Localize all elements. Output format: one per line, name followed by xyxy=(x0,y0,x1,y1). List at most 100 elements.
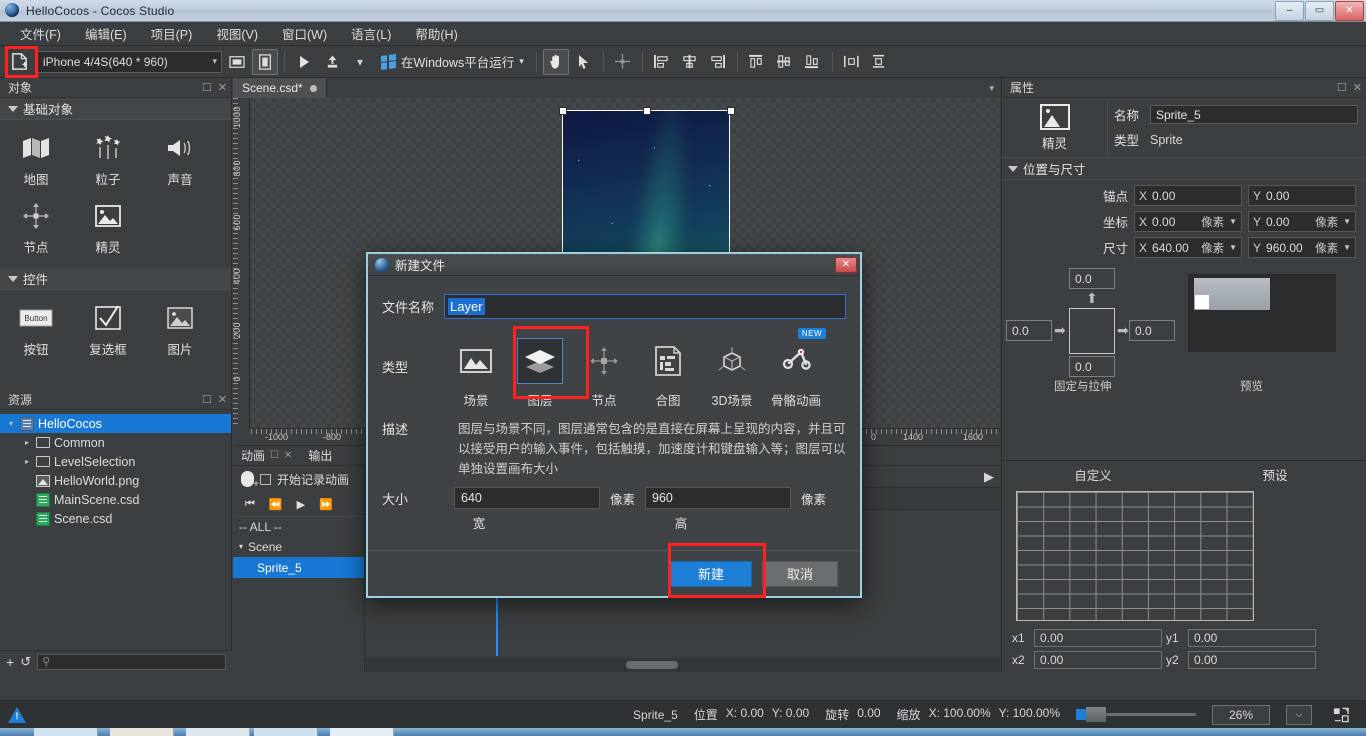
float-icon[interactable]: ☐ xyxy=(270,450,279,461)
fast-forward-button[interactable]: ⏩ xyxy=(319,498,333,511)
zoom-value-input[interactable]: 26% xyxy=(1212,704,1270,725)
zoom-slider[interactable] xyxy=(1076,707,1196,722)
menu-language[interactable]: 语言(L) xyxy=(339,21,403,46)
dialog-confirm-button[interactable]: 新建 xyxy=(670,560,752,587)
size-y-input[interactable]: Y 960.00 像素 ▼ xyxy=(1248,237,1356,258)
animation-filter-all[interactable]: -- ALL -- xyxy=(233,516,364,536)
chevron-right-icon[interactable]: ▸ xyxy=(22,457,32,466)
curve-y2-input[interactable]: 0.00 xyxy=(1188,651,1316,669)
taskbar-item-3[interactable] xyxy=(186,728,250,736)
type-option-atlas[interactable]: 合图 xyxy=(636,334,700,409)
zoom-slider-knob[interactable] xyxy=(1076,709,1086,720)
resource-item-common[interactable]: ▸ Common xyxy=(0,433,231,452)
resource-item-helloworld-png[interactable]: HelloWorld.png xyxy=(0,471,231,490)
close-icon[interactable]: ✕ xyxy=(284,450,292,461)
resource-item-scene-csd[interactable]: Scene.csd xyxy=(0,509,231,528)
tab-custom-curve[interactable]: 自定义 xyxy=(1002,465,1184,484)
menu-help[interactable]: 帮助(H) xyxy=(403,21,469,46)
dialog-cancel-button[interactable]: 取消 xyxy=(762,560,838,587)
resource-item-hellococos[interactable]: ▾ HelloCocos xyxy=(0,414,231,433)
object-item-image[interactable]: 图片 xyxy=(144,298,216,366)
timeline-expand-button[interactable]: ▶ xyxy=(984,469,994,485)
menu-window[interactable]: 窗口(W) xyxy=(270,21,339,46)
taskbar-item-1[interactable] xyxy=(34,728,98,736)
float-icon[interactable]: ☐ xyxy=(202,393,212,406)
close-icon[interactable]: ✕ xyxy=(218,81,227,94)
tab-animation[interactable]: 动画 ☐ ✕ xyxy=(233,446,300,466)
properties-name-input[interactable]: Sprite_5 xyxy=(1150,105,1358,124)
align-center-h-button[interactable] xyxy=(677,49,703,75)
object-item-button[interactable]: Button 按钮 xyxy=(0,298,72,366)
resize-handle-tc[interactable] xyxy=(643,107,651,115)
anchor-point-x-input[interactable]: X 0.00 xyxy=(1134,185,1242,206)
menu-project[interactable]: 项目(P) xyxy=(139,21,205,46)
record-animation-checkbox[interactable] xyxy=(260,473,271,485)
resize-handle-tl[interactable] xyxy=(559,107,567,115)
type-option-layer[interactable]: 图层 xyxy=(508,334,572,409)
timeline-scrollbar[interactable] xyxy=(366,658,1000,672)
margin-right-input[interactable]: 0.0 xyxy=(1129,320,1175,341)
timeline-scroll-thumb[interactable] xyxy=(626,661,678,669)
curve-x1-input[interactable]: 0.00 xyxy=(1034,629,1162,647)
dialog-width-input[interactable]: 640 xyxy=(454,487,600,509)
menu-edit[interactable]: 编辑(E) xyxy=(73,21,139,46)
curve-y1-input[interactable]: 0.00 xyxy=(1188,629,1316,647)
add-resource-button[interactable]: + xyxy=(6,654,14,670)
portrait-orientation-button[interactable] xyxy=(252,48,278,75)
resource-search-input[interactable]: ⚲ xyxy=(37,653,226,670)
maximize-button[interactable]: ▭ xyxy=(1305,0,1334,21)
type-option-scene3d[interactable]: 3D场景 xyxy=(700,334,764,409)
distribute-vertical-button[interactable] xyxy=(867,49,893,75)
minimize-button[interactable]: – xyxy=(1275,0,1304,21)
skip-to-start-button[interactable]: ⏮ xyxy=(245,498,255,511)
anchor-point-y-input[interactable]: Y 0.00 xyxy=(1248,185,1356,206)
dialog-filename-input[interactable]: Layer xyxy=(444,294,846,319)
play-button[interactable]: ▶ xyxy=(297,498,305,511)
type-option-scene[interactable]: 场景 xyxy=(444,334,508,409)
chevron-down-icon[interactable]: ▾ xyxy=(239,542,243,551)
resource-item-mainscene-csd[interactable]: MainScene.csd xyxy=(0,490,231,509)
tab-scene-csd[interactable]: Scene.csd* xyxy=(233,78,327,98)
timeline-row-scene[interactable]: ▾ Scene xyxy=(233,536,364,557)
select-tool-button[interactable] xyxy=(571,49,597,75)
chevron-right-icon[interactable]: ▸ xyxy=(22,438,32,447)
landscape-orientation-button[interactable] xyxy=(224,49,250,75)
info-icon[interactable] xyxy=(8,706,26,723)
timeline-row-sprite5[interactable]: Sprite_5 xyxy=(233,557,364,578)
close-icon[interactable]: ✕ xyxy=(218,393,227,406)
margin-top-input[interactable]: 0.0 xyxy=(1069,268,1115,289)
device-preset-select[interactable]: iPhone 4/4S(640 * 960) ▾ xyxy=(36,50,222,73)
object-item-particle[interactable]: 粒子 xyxy=(72,128,144,196)
object-item-map[interactable]: 地图 xyxy=(0,128,72,196)
distribute-horizontal-button[interactable] xyxy=(839,49,865,75)
object-item-sprite[interactable]: 精灵 xyxy=(72,196,144,264)
taskbar-item-2[interactable] xyxy=(110,728,174,736)
align-top-button[interactable] xyxy=(744,49,770,75)
resize-handle-tr[interactable] xyxy=(727,107,735,115)
type-option-skeleton[interactable]: NEW 骨骼动画 xyxy=(764,328,828,409)
move-gizmo-button[interactable] xyxy=(610,49,636,75)
curve-x2-input[interactable]: 0.00 xyxy=(1034,651,1162,669)
pan-tool-button[interactable] xyxy=(542,48,569,75)
margin-bottom-input[interactable]: 0.0 xyxy=(1069,356,1115,377)
size-x-input[interactable]: X 640.00 像素 ▼ xyxy=(1134,237,1242,258)
float-icon[interactable]: ☐ xyxy=(202,81,212,94)
object-item-node[interactable]: 节点 xyxy=(0,196,72,264)
close-icon[interactable]: ✕ xyxy=(1353,81,1362,94)
chevron-down-icon[interactable]: ▾ xyxy=(6,419,16,428)
align-bottom-button[interactable] xyxy=(800,49,826,75)
fit-to-window-button[interactable] xyxy=(1328,705,1354,725)
chevron-down-icon[interactable]: ▼ xyxy=(1343,217,1351,226)
publish-button[interactable] xyxy=(319,49,345,75)
section-position-size[interactable]: 位置与尺寸 xyxy=(1002,158,1366,180)
anchor-center-box[interactable] xyxy=(1069,308,1115,354)
menu-file[interactable]: 文件(F) xyxy=(8,21,73,46)
resource-item-levelselection[interactable]: ▸ LevelSelection xyxy=(0,452,231,471)
object-item-checkbox[interactable]: 复选框 xyxy=(72,298,144,366)
align-left-button[interactable] xyxy=(649,49,675,75)
taskbar-item-5[interactable] xyxy=(330,728,394,736)
menu-view[interactable]: 视图(V) xyxy=(204,21,270,46)
coordinate-x-input[interactable]: X 0.00 像素 ▼ xyxy=(1134,211,1242,232)
tab-output[interactable]: 输出 xyxy=(300,446,340,466)
coordinate-y-input[interactable]: Y 0.00 像素 ▼ xyxy=(1248,211,1356,232)
